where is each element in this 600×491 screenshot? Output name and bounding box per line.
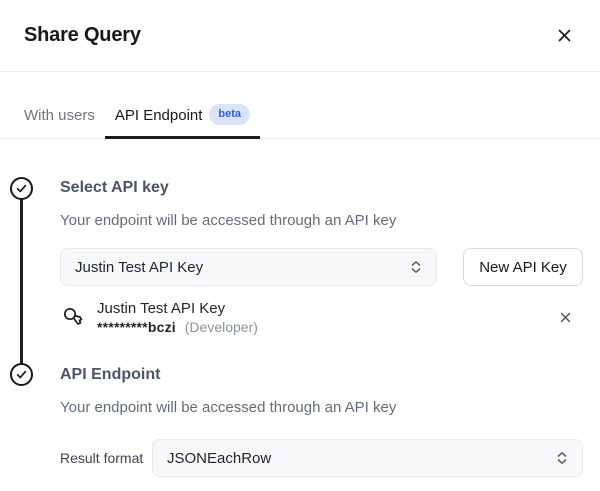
- key-icon: [60, 305, 84, 330]
- stepper-connector-line: [20, 199, 23, 364]
- step-2-complete-icon: [10, 363, 33, 386]
- new-api-key-button[interactable]: New API Key: [463, 248, 583, 286]
- step-2-heading: API Endpoint: [60, 365, 583, 384]
- api-key-select-value: Justin Test API Key: [75, 259, 203, 276]
- chevron-up-down-icon: [410, 260, 422, 274]
- selected-api-key-item: Justin Test API Key *********bczi (Devel…: [60, 300, 583, 335]
- step-2-description: Your endpoint will be accessed through a…: [60, 399, 583, 417]
- chevron-up-down-icon: [556, 451, 568, 465]
- result-format-value: JSONEachRow: [167, 450, 271, 467]
- key-name: Justin Test API Key: [97, 300, 258, 317]
- step-1-complete-icon: [10, 177, 33, 200]
- key-meta: Justin Test API Key *********bczi (Devel…: [97, 300, 258, 335]
- result-format-row: Result format JSONEachRow: [60, 439, 583, 477]
- close-button[interactable]: [555, 26, 574, 45]
- modal-header: Share Query: [0, 0, 600, 72]
- remove-key-button[interactable]: [558, 310, 573, 325]
- close-icon: [557, 28, 572, 43]
- key-masked-value: *********bczi: [97, 319, 176, 335]
- api-key-select-row: Justin Test API Key New API Key: [60, 248, 583, 286]
- tab-with-users[interactable]: With users: [14, 105, 105, 139]
- api-key-select[interactable]: Justin Test API Key: [60, 248, 437, 286]
- beta-badge: beta: [209, 104, 250, 125]
- tab-api-endpoint-label: API Endpoint: [115, 105, 203, 126]
- tab-with-users-label: With users: [24, 105, 95, 126]
- step-1-description: Your endpoint will be accessed through a…: [60, 212, 583, 230]
- key-role: (Developer): [185, 319, 258, 335]
- step-1-heading: Select API key: [60, 178, 583, 197]
- modal-body: Select API key Your endpoint will be acc…: [0, 139, 600, 477]
- result-format-select[interactable]: JSONEachRow: [152, 439, 583, 477]
- tab-api-endpoint[interactable]: API Endpoint beta: [105, 105, 260, 139]
- tab-bar: With users API Endpoint beta: [0, 72, 600, 139]
- key-masked-line: *********bczi (Developer): [97, 319, 258, 335]
- modal-title: Share Query: [24, 24, 141, 47]
- result-format-label: Result format: [60, 450, 152, 466]
- remove-key-icon: [560, 312, 571, 323]
